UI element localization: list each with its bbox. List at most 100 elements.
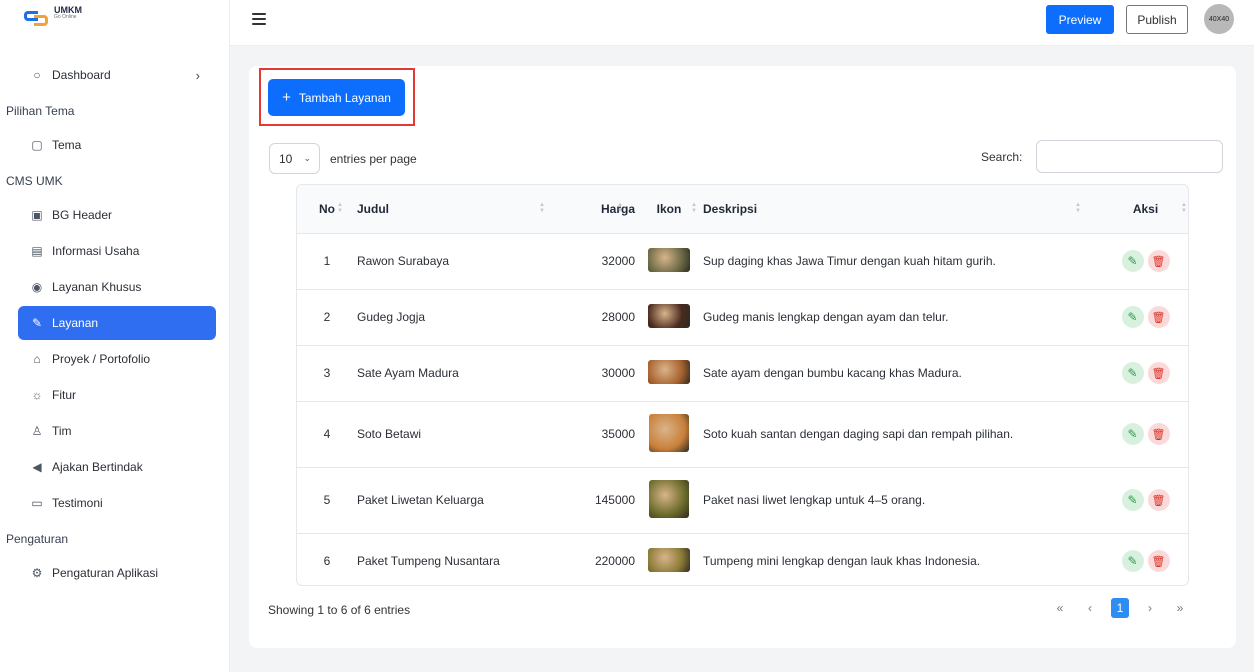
cell-judul: Gudeg Jogja (357, 288, 567, 345)
sidebar-section-label: Pilihan Tema (6, 104, 75, 118)
edit-icon[interactable]: ✎ (1121, 423, 1144, 445)
sidebar-item-label: BG Header (52, 208, 113, 222)
food-thumbnail-image (648, 359, 690, 384)
trash-icon[interactable]: 🗑 (1147, 362, 1170, 384)
sidebar-item-dashboard[interactable]: ○ Dashboard › (18, 58, 216, 92)
food-thumbnail-image (649, 413, 689, 452)
cell-aksi: ✎ 🗑 (1103, 466, 1188, 533)
page-1-button[interactable]: 1 (1111, 598, 1129, 618)
row-actions: ✎ 🗑 (1121, 423, 1170, 445)
table-row: 6 Paket Tumpeng Nusantara 220000 Tumpeng mi… (297, 532, 1188, 585)
topbar: Preview Publish 40X40 (230, 0, 1254, 46)
trash-icon[interactable]: 🗑 (1147, 550, 1170, 573)
entries-control: 10 ⌄ entries per page (269, 143, 417, 174)
search-control: Search: (981, 140, 1224, 173)
cell-deskripsi: Gudeg manis lengkap dengan ayam dan telu… (703, 288, 1103, 345)
table-row: 4 Soto Betawi 35000 Soto kuah santan dengan… (297, 400, 1188, 467)
search-label: Search: (981, 149, 1023, 164)
sidebar-item-layanan-khusus[interactable]: ◉ Layanan Khusus (18, 270, 216, 304)
cell-ikon (635, 400, 703, 467)
cell-judul: Rawon Surabaya (357, 232, 567, 289)
cell-harga: 35000 (567, 400, 635, 467)
sidebar: UMKM Go Online ○ Dashboard › Pilihan Tema ▢ T… (0, 0, 230, 672)
edit-icon[interactable]: ✎ (1121, 306, 1144, 328)
cell-harga: 32000 (567, 232, 635, 289)
sidebar-item-tema[interactable]: ▢ Tema (18, 128, 216, 162)
sidebar-item-pengaturan-aplikasi[interactable]: ⚙ Pengaturan Aplikasi (18, 556, 216, 590)
sidebar-item-label: Tema (52, 138, 82, 152)
sidebar-item-bg-header[interactable]: ▣ BG Header (18, 198, 216, 232)
logo-icon (24, 6, 52, 28)
cell-aksi: ✎ 🗑 (1103, 344, 1188, 401)
sidebar-section-label: Pengaturan (6, 532, 69, 546)
publish-button[interactable]: Publish (1126, 5, 1188, 34)
sidebar-item-label: Proyek / Portofolio (52, 352, 151, 366)
cell-harga: 30000 (567, 344, 635, 401)
row-actions: ✎ 🗑 (1121, 489, 1170, 511)
column-header-aksi[interactable]: Aksi ▲ ▼ (1103, 185, 1188, 233)
search-input[interactable] (1036, 140, 1224, 173)
table-body: 1 Rawon Surabaya 32000 Sup daging khas Jawa… (297, 232, 1188, 585)
edit-icon[interactable]: ✎ (1121, 250, 1144, 272)
cell-aksi: ✎ 🗑 (1103, 288, 1188, 345)
cell-ikon (635, 232, 703, 289)
entries-select[interactable]: 10 ⌄ (269, 143, 320, 174)
cell-judul: Paket Tumpeng Nusantara (357, 532, 567, 585)
food-thumbnail-image (648, 303, 690, 328)
tambah-layanan-label: Tambah Layanan (298, 90, 391, 105)
next-page-button[interactable]: › (1141, 598, 1159, 618)
prev-page-button[interactable]: ‹ (1081, 598, 1099, 618)
last-page-button[interactable]: » (1171, 598, 1189, 618)
food-thumbnail-image (648, 247, 690, 272)
row-actions: ✎ 🗑 (1121, 550, 1170, 573)
sidebar-item-layanan[interactable]: ✎ Layanan (18, 306, 216, 340)
chevron-down-icon: ⌄ (303, 153, 311, 163)
cell-aksi: ✎ 🗑 (1103, 400, 1188, 467)
column-header-judul[interactable]: Judul ▲ ▼ (357, 185, 567, 233)
menu-icon: ▢ (31, 138, 43, 152)
trash-icon[interactable]: 🗑 (1147, 306, 1170, 328)
table-header-row: No ▲ ▼ Judul ▲ ▼ Harga ▲ ▼ Ikon ▲ ▼ Deskripsi ▲ ▼ … (297, 185, 1188, 233)
edit-icon[interactable]: ✎ (1121, 489, 1144, 511)
cell-judul: Sate Ayam Madura (357, 344, 567, 401)
sidebar-item-label: Ajakan Bertindak (52, 460, 143, 474)
trash-icon[interactable]: 🗑 (1147, 489, 1170, 511)
column-header-harga[interactable]: Harga ▲ ▼ (567, 185, 635, 233)
sidebar-item-tim[interactable]: ♙ Tim (18, 414, 216, 448)
cell-no: 1 (297, 232, 357, 289)
menu-icon: ▣ (31, 208, 43, 222)
menu-icon: ○ (33, 68, 41, 82)
layanan-table: No ▲ ▼ Judul ▲ ▼ Harga ▲ ▼ Ikon ▲ ▼ Deskripsi ▲ ▼ … (296, 184, 1189, 586)
sidebar-item-proyek-portofolio[interactable]: ⌂ Proyek / Portofolio (18, 342, 216, 376)
table-row: 3 Sate Ayam Madura 30000 Sate ayam dengan b… (297, 344, 1188, 401)
column-header-deskripsi[interactable]: Deskripsi ▲ ▼ (703, 185, 1103, 233)
trash-icon[interactable]: 🗑 (1147, 423, 1170, 445)
trash-icon[interactable]: 🗑 (1147, 250, 1170, 272)
tambah-layanan-button[interactable]: + Tambah Layanan (268, 79, 405, 116)
column-header-no[interactable]: No ▲ ▼ (297, 185, 357, 233)
sidebar-item-label: Fitur (52, 388, 76, 402)
cell-harga: 220000 (567, 532, 635, 585)
edit-icon[interactable]: ✎ (1121, 550, 1144, 573)
cell-no: 2 (297, 288, 357, 345)
row-actions: ✎ 🗑 (1121, 306, 1170, 328)
brand-logo[interactable]: UMKM Go Online (24, 6, 82, 28)
first-page-button[interactable]: « (1051, 598, 1069, 618)
avatar[interactable]: 40X40 (1204, 4, 1234, 34)
edit-icon[interactable]: ✎ (1121, 362, 1144, 384)
table-row: 1 Rawon Surabaya 32000 Sup daging khas Jawa… (297, 232, 1188, 289)
preview-button[interactable]: Preview (1046, 5, 1114, 34)
sidebar-item-fitur[interactable]: ☼ Fitur (18, 378, 216, 412)
column-header-ikon[interactable]: Ikon ▲ ▼ (635, 185, 703, 233)
sort-icon: ▲ ▼ (1181, 202, 1187, 214)
sidebar-section-label: CMS UMK (6, 174, 63, 188)
sidebar-item-informasi-usaha[interactable]: ▤ Informasi Usaha (18, 234, 216, 268)
sidebar-item-label: Dashboard (52, 68, 111, 82)
food-thumbnail-image (648, 547, 690, 572)
cell-ikon (635, 532, 703, 585)
cell-no: 4 (297, 400, 357, 467)
sidebar-item-label: Pengaturan Aplikasi (52, 566, 159, 580)
sidebar-item-testimoni[interactable]: ▭ Testimoni (18, 486, 216, 520)
sidebar-item-ajakan-bertindak[interactable]: ◀ Ajakan Bertindak (18, 450, 216, 484)
hamburger-menu-icon[interactable] (252, 13, 266, 25)
